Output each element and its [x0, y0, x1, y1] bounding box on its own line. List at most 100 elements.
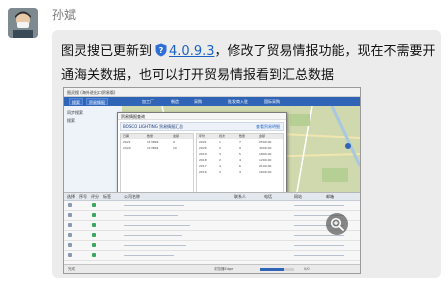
message-text-prefix: 图灵搜已更新到	[61, 44, 153, 59]
table-row[interactable]	[64, 251, 360, 261]
right-head-2: 批次	[219, 134, 226, 138]
right-cell: 3000.00	[259, 146, 272, 150]
right-cell: 1800.00	[259, 152, 272, 156]
row-text-placeholder	[294, 245, 344, 246]
app-titlebar: 图灵搜 (海外进出口贸易版)	[64, 88, 360, 97]
rating-icon	[92, 213, 96, 217]
left-cell: 113894	[147, 140, 159, 144]
trade-detail-link[interactable]: 查看贸易明细	[256, 123, 280, 131]
right-cell: 2018	[199, 158, 207, 162]
right-cell: 2017	[199, 164, 207, 168]
toolbar-tab-4[interactable]: 批发商入驻	[228, 98, 248, 105]
table-row[interactable]	[64, 231, 360, 241]
checkbox-icon[interactable]	[68, 253, 72, 257]
table-row[interactable]: 2019 3 5 1800.00	[197, 152, 283, 157]
rating-icon	[92, 243, 96, 247]
message-bubble[interactable]: 图灵搜已更新到? 4.0.9.3，修改了贸易情报功能，现在不需要开 通海关数据，也…	[52, 30, 441, 278]
status-right: 0/0	[304, 267, 310, 271]
table-row[interactable]: 2021 113894 9	[121, 140, 193, 145]
status-bar: 完成 浏览器Edge 0/0	[64, 264, 360, 273]
right-cell: 2100.00	[259, 164, 272, 168]
right-cell: 2	[219, 146, 221, 150]
zoom-in-icon[interactable]	[326, 213, 348, 235]
checkbox-icon[interactable]	[68, 213, 72, 217]
right-cell: 4	[239, 158, 241, 162]
checkbox-icon[interactable]	[68, 203, 72, 207]
progress-fill	[260, 268, 284, 271]
right-cell: 4	[219, 164, 221, 168]
right-table-header: 年份 批次 数量 金额	[197, 134, 283, 139]
right-cell: 2020	[199, 146, 207, 150]
table-row[interactable]: 2016 3 4 1600.00	[197, 170, 283, 175]
status-left: 完成	[68, 267, 75, 271]
toolbar-button-trade[interactable]: 贸易情报	[86, 98, 108, 105]
row-text-placeholder	[124, 245, 186, 246]
checkbox-icon[interactable]	[68, 243, 72, 247]
grid-head-3: 评分	[91, 194, 99, 199]
row-text-placeholder	[294, 235, 344, 236]
grid-head-7: 电话	[264, 194, 272, 199]
left-panel-item-1[interactable]: 同步搜索	[67, 110, 83, 116]
grid-head-5: 公司名称	[124, 194, 140, 199]
right-cell: 9	[239, 146, 241, 150]
checkbox-icon[interactable]	[68, 233, 72, 237]
right-cell: 4	[239, 170, 241, 174]
shield-question-icon: ?	[154, 43, 168, 57]
version-link[interactable]: 4.0.9.3	[169, 44, 214, 59]
attached-screenshot[interactable]: 图灵搜 (海外进出口贸易版) 搜索 贸易情报 加工厂 制造 采购 批发商入驻 国…	[63, 87, 361, 274]
right-cell: 2016	[199, 170, 207, 174]
right-cell: 1	[219, 140, 221, 144]
grid-head-6: 联系人	[234, 194, 246, 199]
sender-avatar[interactable]	[8, 8, 38, 38]
grid-head-9: 邮箱	[326, 194, 334, 199]
row-text-placeholder	[124, 215, 178, 216]
right-cell: 3	[219, 170, 221, 174]
grid-head-4: 标签	[103, 194, 111, 199]
table-row[interactable]	[64, 241, 360, 251]
toolbar-tab-3[interactable]: 采购	[194, 98, 202, 105]
toolbar-tab-5[interactable]: 国际采购	[264, 98, 280, 105]
grid-head-1: 选择	[67, 194, 75, 199]
table-row[interactable]	[64, 201, 360, 211]
left-table-header: 日期 数量 金额	[121, 134, 193, 139]
sender-name: 孙斌	[52, 8, 77, 22]
right-cell: 1600.00	[259, 170, 272, 174]
dialog-company-name: BOSCO LIGHTING 贸易情报汇总	[123, 124, 184, 129]
right-cell: 7	[239, 140, 241, 144]
app-left-panel: 同步搜索 搜索	[64, 106, 123, 192]
right-head-4: 金额	[259, 134, 266, 138]
rating-icon	[92, 233, 96, 237]
right-cell: 2019	[199, 152, 207, 156]
dialog-title: 贸易情报查询	[118, 113, 286, 120]
table-row[interactable]: 2020 2 9 3000.00	[197, 146, 283, 151]
right-cell: 6	[239, 164, 241, 168]
table-row[interactable]	[64, 211, 360, 221]
svg-text:?: ?	[159, 46, 164, 55]
grid-head-2: 序号	[79, 194, 87, 199]
table-row[interactable]: 2017 4 6 2100.00	[197, 164, 283, 169]
table-row[interactable]: 2018 2 4 1200.00	[197, 158, 283, 163]
left-panel-item-2[interactable]: 搜索	[67, 118, 75, 124]
left-head-3: 金额	[173, 134, 180, 138]
row-text-placeholder	[294, 255, 344, 256]
rating-icon	[92, 203, 96, 207]
right-cell: 1200.00	[259, 158, 272, 162]
grid-header: 选择 序号 评分 标签 公司名称 联系人 电话 网站 邮箱	[64, 193, 360, 201]
progress-bar	[260, 268, 294, 271]
toolbar-tab-1[interactable]: 加工厂	[142, 98, 154, 105]
left-cell: 9	[173, 140, 175, 144]
app-toolbar: 搜索 贸易情报 加工厂 制造 采购 批发商入驻 国际采购	[64, 97, 360, 106]
right-cell: 2021	[199, 140, 207, 144]
rating-icon	[92, 223, 96, 227]
right-cell: 2500.00	[259, 140, 272, 144]
results-grid[interactable]: 选择 序号 评分 标签 公司名称 联系人 电话 网站 邮箱	[64, 192, 360, 265]
toolbar-button-search[interactable]: 搜索	[69, 98, 83, 105]
table-row[interactable]: 2020 113894 10	[121, 146, 193, 151]
toolbar-tab-2[interactable]: 制造	[171, 98, 179, 105]
checkbox-icon[interactable]	[68, 223, 72, 227]
row-text-placeholder	[124, 255, 174, 256]
table-row[interactable]	[64, 221, 360, 231]
message-line-2: 通海关数据，也可以打开贸易情报看到汇总数据	[61, 68, 335, 83]
table-row[interactable]: 2021 1 7 2500.00	[197, 140, 283, 145]
left-cell: 10	[173, 146, 177, 150]
